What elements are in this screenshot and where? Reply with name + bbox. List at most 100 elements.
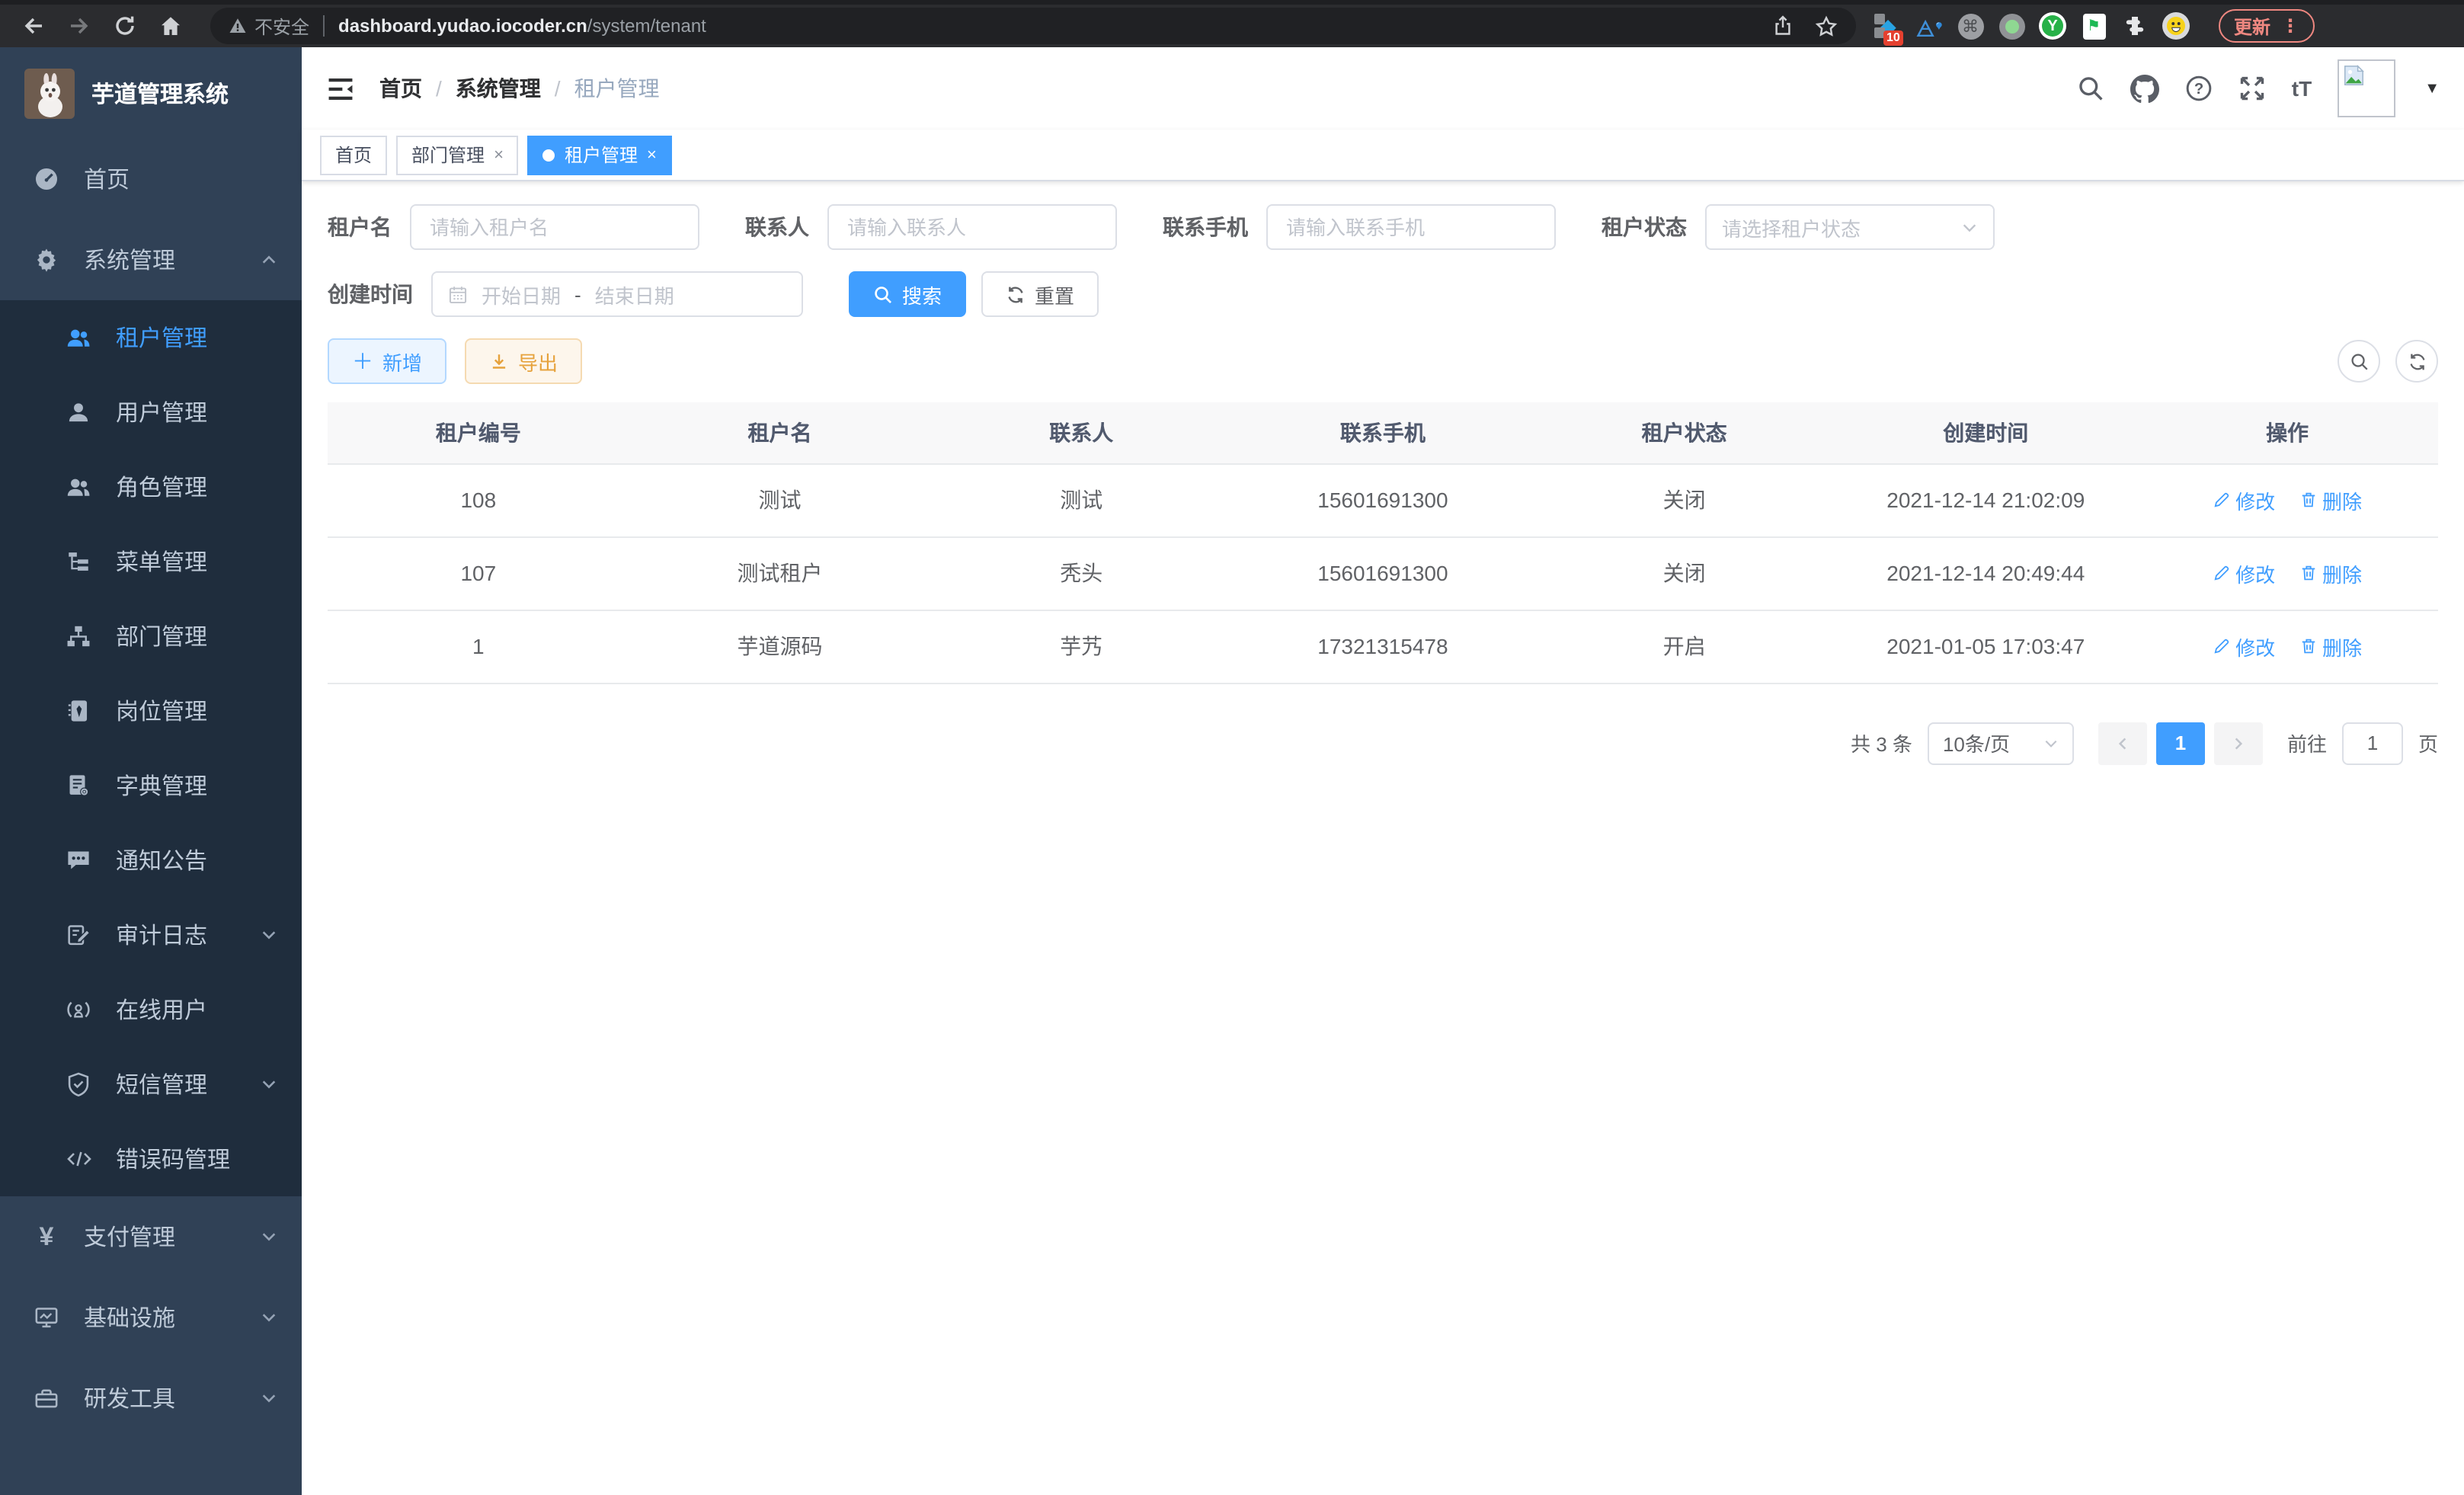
menu-fold-icon[interactable] — [326, 74, 355, 103]
next-page-button[interactable] — [2214, 722, 2263, 764]
phone-label: 联系手机 — [1163, 212, 1248, 242]
close-icon[interactable]: × — [494, 146, 504, 164]
github-icon[interactable] — [2130, 74, 2159, 103]
caret-down-icon[interactable]: ▼ — [2424, 80, 2440, 97]
sidebar: 芋道管理系统 首页 系统管理 — [0, 47, 302, 1495]
search-button[interactable]: 搜索 — [849, 271, 966, 317]
page-size-select[interactable]: 10条/页 — [1928, 722, 2074, 764]
sidebar-item-errcode[interactable]: 错误码管理 — [0, 1122, 302, 1196]
date-range-picker[interactable]: 开始日期 - 结束日期 — [431, 271, 803, 317]
phone-input[interactable] — [1266, 204, 1556, 250]
edit-button[interactable]: 修改 — [2213, 559, 2275, 587]
address-bar[interactable]: 不安全 dashboard.yudao.iocoder.cn/system/te… — [210, 8, 1856, 44]
calendar-icon — [448, 284, 468, 304]
monitor-icon — [32, 1305, 61, 1330]
app-title: 芋道管理系统 — [91, 77, 229, 109]
extension-icon[interactable]: ⚑ — [2080, 12, 2107, 40]
sidebar-item-label: 研发工具 — [84, 1382, 175, 1414]
chevron-down-icon — [261, 1390, 277, 1407]
tree-icon — [64, 549, 93, 575]
extensions-puzzle-icon[interactable] — [2121, 12, 2149, 40]
system-submenu: 租户管理 用户管理 角色管理 — [0, 300, 302, 1196]
sidebar-item-pay[interactable]: ¥ 支付管理 — [0, 1196, 302, 1277]
extension-badge: 10 — [1883, 30, 1903, 46]
share-icon[interactable] — [1772, 15, 1794, 37]
extension-icon[interactable]: ⌘ — [1957, 12, 1984, 40]
help-icon[interactable]: ? — [2185, 75, 2213, 102]
export-button[interactable]: 导出 — [465, 338, 582, 384]
browser-toolbar: 不安全 dashboard.yudao.iocoder.cn/system/te… — [0, 0, 2464, 47]
sidebar-item-notice[interactable]: 通知公告 — [0, 823, 302, 898]
sidebar-item-online[interactable]: 在线用户 — [0, 972, 302, 1047]
tags-view-bar: 首页 部门管理 × 租户管理 × — [302, 130, 2464, 181]
font-size-icon[interactable]: tT — [2292, 76, 2312, 101]
extension-icon[interactable]: Y — [2039, 12, 2066, 40]
edit-button[interactable]: 修改 — [2213, 632, 2275, 661]
profile-avatar-icon[interactable] — [2162, 12, 2190, 40]
sidebar-item-sms[interactable]: 短信管理 — [0, 1047, 302, 1122]
delete-button[interactable]: 删除 — [2299, 485, 2362, 514]
contact-input[interactable] — [827, 204, 1117, 250]
status-text: 关闭 — [1534, 463, 1835, 536]
users-icon — [64, 474, 93, 500]
breadcrumb-home[interactable]: 首页 — [379, 73, 422, 104]
goto-page-input[interactable] — [2342, 722, 2403, 764]
sidebar-item-dict[interactable]: 字典管理 — [0, 748, 302, 823]
svg-text:?: ? — [2194, 81, 2203, 98]
tab-tenant[interactable]: 租户管理 × — [528, 135, 672, 174]
code-icon — [64, 1146, 93, 1172]
tab-home[interactable]: 首页 — [320, 135, 387, 174]
reset-button[interactable]: 重置 — [981, 271, 1099, 317]
sidebar-item-dept[interactable]: 部门管理 — [0, 599, 302, 674]
extension-icon[interactable]: ◆ 10 — [1874, 12, 1902, 40]
sidebar-item-tool[interactable]: 研发工具 — [0, 1358, 302, 1439]
sidebar-item-role[interactable]: 角色管理 — [0, 450, 302, 524]
table-row: 108 测试 测试 15601691300 关闭 2021-12-14 21:0… — [328, 463, 2438, 536]
extension-icon[interactable]: 🜁 — [1915, 12, 1943, 40]
sidebar-item-home[interactable]: 首页 — [0, 139, 302, 219]
sidebar-item-menu[interactable]: 菜单管理 — [0, 524, 302, 599]
breadcrumb: 首页 / 系统管理 / 租户管理 — [379, 73, 660, 104]
search-icon[interactable] — [2077, 75, 2104, 102]
column-header: 联系手机 — [1232, 402, 1534, 463]
tenant-name-input[interactable] — [410, 204, 699, 250]
edit-icon — [2213, 637, 2231, 655]
close-icon[interactable]: × — [647, 146, 657, 164]
page-1-button[interactable]: 1 — [2156, 722, 2205, 764]
sidebar-item-system[interactable]: 系统管理 — [0, 219, 302, 300]
fullscreen-icon[interactable] — [2238, 75, 2266, 102]
chevron-down-icon — [261, 1228, 277, 1245]
trash-icon — [2299, 491, 2318, 509]
sidebar-item-infra[interactable]: 基础设施 — [0, 1277, 302, 1358]
browser-update-button[interactable]: 更新 ⋮ — [2219, 9, 2315, 43]
add-button[interactable]: ＋ 新增 — [328, 338, 446, 384]
browser-reload-icon[interactable] — [107, 8, 143, 44]
delete-button[interactable]: 删除 — [2299, 632, 2362, 661]
date-end-placeholder: 结束日期 — [595, 280, 674, 309]
sidebar-logo[interactable]: 芋道管理系统 — [0, 47, 302, 139]
status-select[interactable]: 请选择租户状态 — [1705, 204, 1995, 250]
edit-button[interactable]: 修改 — [2213, 485, 2275, 514]
refresh-icon — [2407, 351, 2427, 371]
prev-page-button[interactable] — [2098, 722, 2147, 764]
breadcrumb-system[interactable]: 系统管理 — [456, 73, 541, 104]
delete-button[interactable]: 删除 — [2299, 559, 2362, 587]
sidebar-item-user[interactable]: 用户管理 — [0, 375, 302, 450]
avatar[interactable] — [2338, 59, 2395, 117]
toggle-search-button[interactable] — [2338, 340, 2380, 383]
browser-forward-icon[interactable] — [61, 8, 98, 44]
url-host: dashboard.yudao.iocoder.cn — [338, 15, 587, 37]
chevron-down-icon — [261, 1309, 277, 1326]
sidebar-item-audit[interactable]: 审计日志 — [0, 898, 302, 972]
edit-icon — [2213, 491, 2231, 509]
browser-menu-icon[interactable]: ⋮ — [2281, 15, 2299, 37]
security-chip[interactable]: 不安全 — [229, 13, 309, 39]
sidebar-item-tenant[interactable]: 租户管理 — [0, 300, 302, 375]
tab-dept[interactable]: 部门管理 × — [396, 135, 519, 174]
refresh-button[interactable] — [2395, 340, 2438, 383]
browser-back-icon[interactable] — [15, 8, 52, 44]
extension-icon[interactable] — [1998, 12, 2025, 40]
sidebar-item-post[interactable]: 岗位管理 — [0, 674, 302, 748]
browser-home-icon[interactable] — [152, 8, 189, 44]
bookmark-star-icon[interactable] — [1815, 14, 1838, 37]
